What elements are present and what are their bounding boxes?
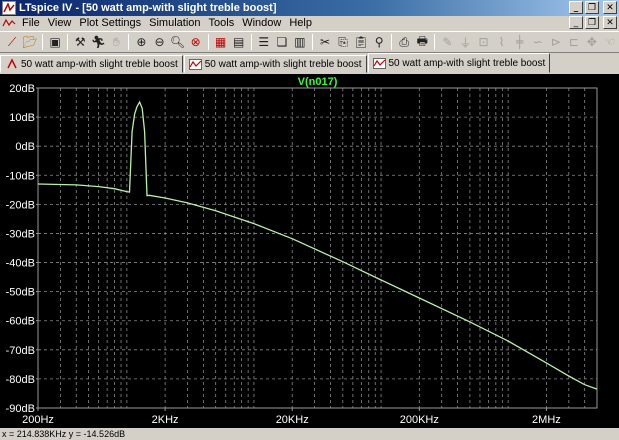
tab-schematic[interactable]: 50 watt amp-with slight treble boost [0, 55, 183, 73]
print-icon[interactable]: 🖶︎ [413, 33, 431, 51]
waveform-viewer[interactable]: 20dB 10dB 0dB -10dB -20dB -30dB -40dB -50dB -60d… [0, 74, 619, 428]
x-tick-label[interactable]: 2MHz [532, 414, 561, 426]
waveform-icon [372, 57, 386, 69]
inductor-icon[interactable]: ∽ [529, 33, 547, 51]
doc-close-icon[interactable]: ✕ [603, 16, 617, 29]
menu-simulation[interactable]: Simulation [145, 17, 204, 29]
menu-tools[interactable]: Tools [205, 17, 239, 29]
minimize-icon[interactable]: _ [569, 1, 583, 14]
schematic-icon [5, 58, 18, 70]
control-panel-icon[interactable]: ⚒ [71, 33, 89, 51]
capacitor-icon[interactable]: ╪ [511, 33, 529, 51]
tab-label: 50 watt amp-with slight treble boost [21, 58, 178, 70]
tile-horizontal-icon[interactable]: ☰ [255, 33, 273, 51]
y-tick-label[interactable]: -50dB [6, 287, 35, 299]
plot-frame [37, 87, 598, 409]
print-setup-icon[interactable]: ⎙ [395, 33, 413, 51]
tab-waveform-1[interactable]: 50 watt amp-with slight treble boost [183, 55, 367, 73]
x-tick-label[interactable]: 2KHz [152, 414, 179, 426]
status-bar: x = 214.838KHz y = -14.526dB [0, 428, 619, 440]
window-title: LTspice IV - [50 watt amp-with slight tr… [19, 2, 277, 14]
resistor-icon[interactable]: ⌇ [493, 33, 511, 51]
x-axis-labels: 200Hz 2KHz 20KHz 200KHz 2MHz [22, 408, 561, 426]
menu-plot-settings[interactable]: Plot Settings [75, 17, 145, 29]
y-tick-label[interactable]: -40dB [6, 258, 35, 270]
halt-icon[interactable]: ✋︎ [107, 33, 125, 51]
waveform-icon [188, 58, 202, 70]
close-icon[interactable]: ✕ [603, 1, 617, 14]
toolbar-separator [128, 34, 130, 50]
open-icon[interactable]: 📂︎ [21, 33, 39, 51]
label-icon[interactable]: ⊡ [474, 33, 492, 51]
y-tick-label[interactable]: -80dB [6, 374, 35, 386]
menu-file[interactable]: File [18, 17, 44, 29]
tab-label: 50 watt amp-with slight treble boost [388, 57, 546, 69]
y-tick-label[interactable]: 10dB [9, 112, 35, 124]
trace-v-n017[interactable] [37, 100, 598, 390]
toolbar-separator [391, 34, 393, 50]
save-icon[interactable]: ▣ [46, 33, 64, 51]
trace-label[interactable]: V(n017) [298, 76, 338, 88]
new-schematic-icon[interactable]: ⟋ [3, 33, 21, 51]
menu-view[interactable]: View [44, 17, 76, 29]
ltspice-logo-icon [2, 1, 16, 15]
doc-restore-icon[interactable]: ❐ [585, 16, 599, 29]
cascade-icon[interactable]: ❏ [273, 33, 291, 51]
zoom-box-icon[interactable]: 🔍︎ [169, 33, 187, 51]
y-tick-label[interactable]: -70dB [6, 345, 35, 357]
plot-grid [38, 88, 597, 408]
zoom-in-icon[interactable]: ⊕ [132, 33, 150, 51]
component-icon[interactable]: ⊏ [565, 33, 583, 51]
y-axis-labels: 20dB 10dB 0dB -10dB -20dB -30dB -40dB -50dB -60d… [6, 83, 38, 415]
x-tick-label[interactable]: 20KHz [276, 414, 309, 426]
document-window-buttons: _ ❐ ✕ [569, 16, 617, 29]
restore-icon[interactable]: ❐ [585, 1, 599, 14]
x-tick-label[interactable]: 200Hz [22, 414, 54, 426]
x-tick-label[interactable]: 200KHz [400, 414, 439, 426]
menu-help[interactable]: Help [285, 17, 316, 29]
drag-icon[interactable]: ☜ [601, 33, 619, 51]
toolbar-separator [434, 34, 436, 50]
diode-icon[interactable]: ⊳ [547, 33, 565, 51]
y-tick-label[interactable]: -20dB [6, 199, 35, 211]
toolbar-separator [67, 34, 69, 50]
doc-minimize-icon[interactable]: _ [569, 16, 583, 29]
waveform-add-icon[interactable]: ▤ [230, 33, 248, 51]
wire-icon[interactable]: ✎ [438, 33, 456, 51]
cursor-readout: x = 214.838KHz y = -14.526dB [2, 429, 126, 439]
menu-bar: File View Plot Settings Simulation Tools… [0, 16, 619, 30]
y-tick-label[interactable]: -60dB [6, 316, 35, 328]
y-tick-label[interactable]: -10dB [6, 170, 35, 182]
copy-icon[interactable]: ⎘ [334, 33, 352, 51]
document-tabs: 50 watt amp-with slight treble boost 50 … [0, 53, 619, 73]
cut-icon[interactable]: ✂ [316, 33, 334, 51]
toolbar: ⟋ 📂︎ ▣ ⚒ 🏃︎ ✋︎ ⊕ ⊖ 🔍︎ ⊗ ▦ ▤ ☰ ❏ ▥ ✂ ⎘ 📋︎… [0, 31, 619, 53]
autorange-icon[interactable]: ▦ [212, 33, 230, 51]
tab-label: 50 watt amp-with slight treble boost [204, 58, 362, 70]
zoom-fit-icon[interactable]: ⊗ [187, 33, 205, 51]
tab-waveform-2[interactable]: 50 watt amp-with slight treble boost [367, 53, 551, 73]
run-icon[interactable]: 🏃︎ [89, 33, 107, 51]
ground-icon[interactable]: ⏚ [456, 33, 474, 51]
document-waveform-icon[interactable] [2, 17, 18, 29]
find-icon[interactable]: ⚲ [370, 33, 388, 51]
move-icon[interactable]: ✥ [583, 33, 601, 51]
toolbar-separator [250, 34, 252, 50]
menu-window[interactable]: Window [238, 17, 285, 29]
tile-vertical-icon[interactable]: ▥ [291, 33, 309, 51]
app-window-buttons: _ ❐ ✕ [569, 1, 617, 14]
y-tick-label[interactable]: 20dB [9, 83, 35, 95]
toolbar-separator [311, 34, 313, 50]
y-tick-label[interactable]: 0dB [15, 141, 35, 153]
title-bar: LTspice IV - [50 watt amp-with slight tr… [0, 0, 619, 16]
toolbar-separator [42, 34, 44, 50]
zoom-out-icon[interactable]: ⊖ [150, 33, 168, 51]
paste-icon[interactable]: 📋︎ [352, 33, 370, 51]
waveform-plot[interactable]: 20dB 10dB 0dB -10dB -20dB -30dB -40dB -50dB -60d… [0, 74, 619, 428]
toolbar-separator [207, 34, 209, 50]
y-tick-label[interactable]: -30dB [6, 228, 35, 240]
